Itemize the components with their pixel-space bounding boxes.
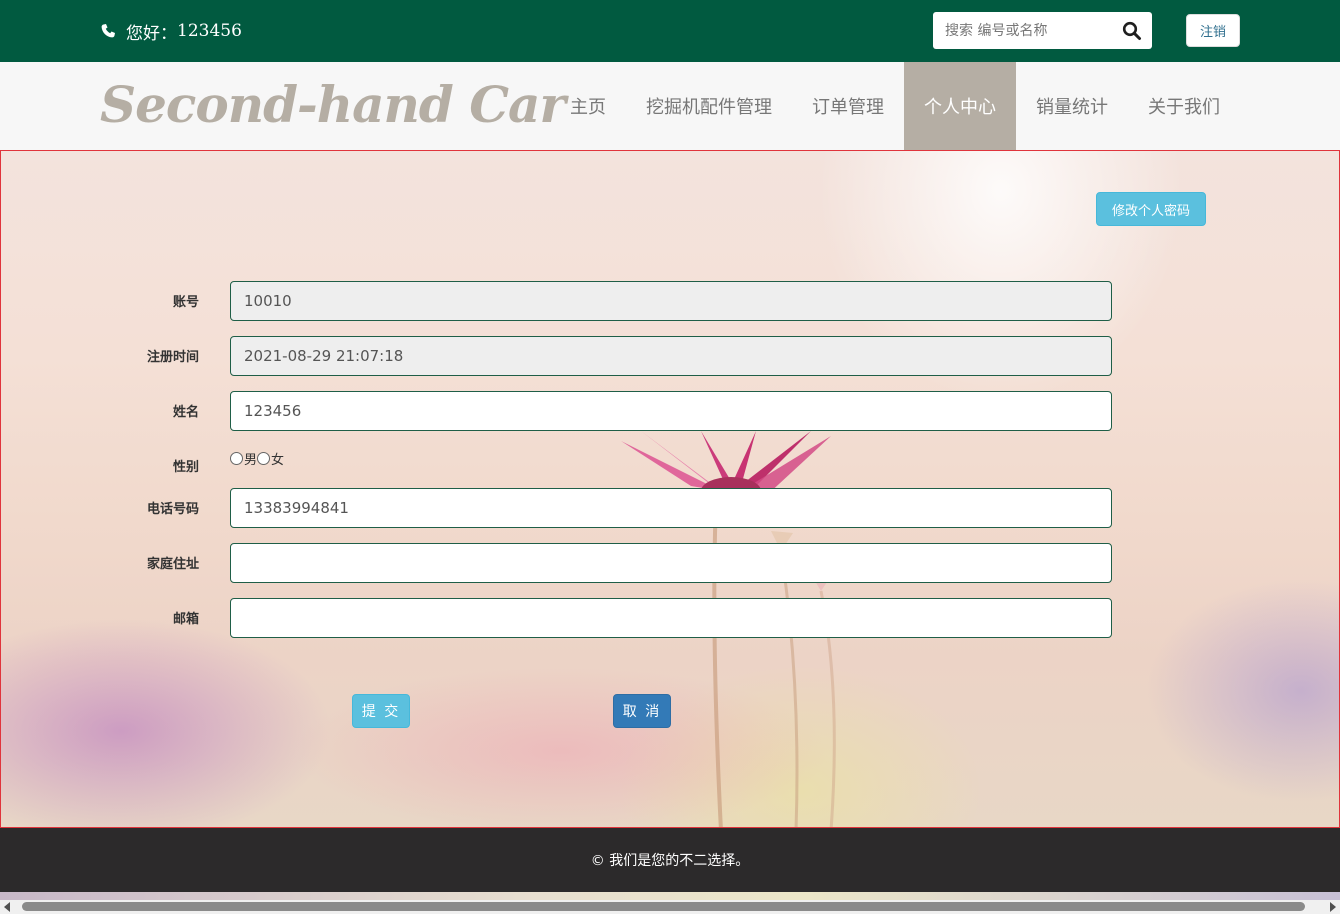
username: 123456 xyxy=(177,21,242,41)
address-label: 家庭住址 xyxy=(146,557,199,572)
change-password-button[interactable]: 修改个人密码 xyxy=(1096,192,1206,226)
main-content: 修改个人密码 账号 10010 注册时间 2021-08-29 21:07:18… xyxy=(0,150,1340,828)
nav-item-sales-stats[interactable]: 销量统计 xyxy=(1016,62,1128,150)
main-nav: 主页 挖掘机配件管理 订单管理 个人中心 销量统计 关于我们 xyxy=(550,62,1240,150)
register-time-label: 注册时间 xyxy=(146,350,199,365)
nav-item-home[interactable]: 主页 xyxy=(550,62,626,150)
submit-button[interactable]: 提 交 xyxy=(352,694,410,728)
gender-radio-group: 男 女 xyxy=(230,449,285,468)
gender-female-radio[interactable] xyxy=(257,451,271,465)
nav-item-excavator-parts[interactable]: 挖掘机配件管理 xyxy=(626,62,792,150)
logo[interactable]: Second-hand Car xyxy=(100,70,566,140)
scrollbar-thumb[interactable] xyxy=(22,902,1305,911)
greeting-label: 您好： xyxy=(126,23,177,44)
phone-field[interactable]: 13383994841 xyxy=(230,488,1112,528)
account-field[interactable]: 10010 xyxy=(230,281,1112,321)
gender-label: 性别 xyxy=(172,460,199,475)
phone-label: 电话号码 xyxy=(146,502,199,517)
footer: © 我们是您的不二选择。 xyxy=(0,828,1340,892)
horizontal-scrollbar[interactable] xyxy=(0,892,1340,914)
search-input[interactable] xyxy=(933,12,1113,49)
phone-icon xyxy=(101,24,115,38)
name-label: 姓名 xyxy=(172,405,199,420)
address-field[interactable] xyxy=(230,543,1112,583)
nav-item-personal-center[interactable]: 个人中心 xyxy=(904,62,1016,150)
gender-male-radio[interactable] xyxy=(230,451,243,465)
nav-item-orders[interactable]: 订单管理 xyxy=(792,62,904,150)
footer-text: © 我们是您的不二选择。 xyxy=(590,853,750,869)
nav-item-about-us[interactable]: 关于我们 xyxy=(1128,62,1240,150)
cancel-button[interactable]: 取 消 xyxy=(613,694,671,728)
email-field[interactable] xyxy=(230,598,1112,638)
name-field[interactable]: 123456 xyxy=(230,391,1112,431)
search-box xyxy=(933,12,1152,49)
register-time-field[interactable]: 2021-08-29 21:07:18 xyxy=(230,336,1112,376)
scroll-right-arrow-icon[interactable] xyxy=(1330,902,1336,912)
greeting: 您好： 123456 xyxy=(100,18,242,44)
account-label: 账号 xyxy=(172,295,199,310)
logout-button[interactable]: 注销 xyxy=(1186,14,1240,47)
top-bar: 您好： 123456 注销 xyxy=(0,0,1340,62)
search-icon[interactable] xyxy=(1122,21,1142,41)
scroll-left-arrow-icon[interactable] xyxy=(4,902,10,912)
email-label: 邮箱 xyxy=(172,612,199,627)
nav-bar: Second-hand Car 主页 挖掘机配件管理 订单管理 个人中心 销量统… xyxy=(0,62,1340,150)
gender-male-label: 男 xyxy=(244,452,258,468)
gender-female-label: 女 xyxy=(271,452,285,468)
